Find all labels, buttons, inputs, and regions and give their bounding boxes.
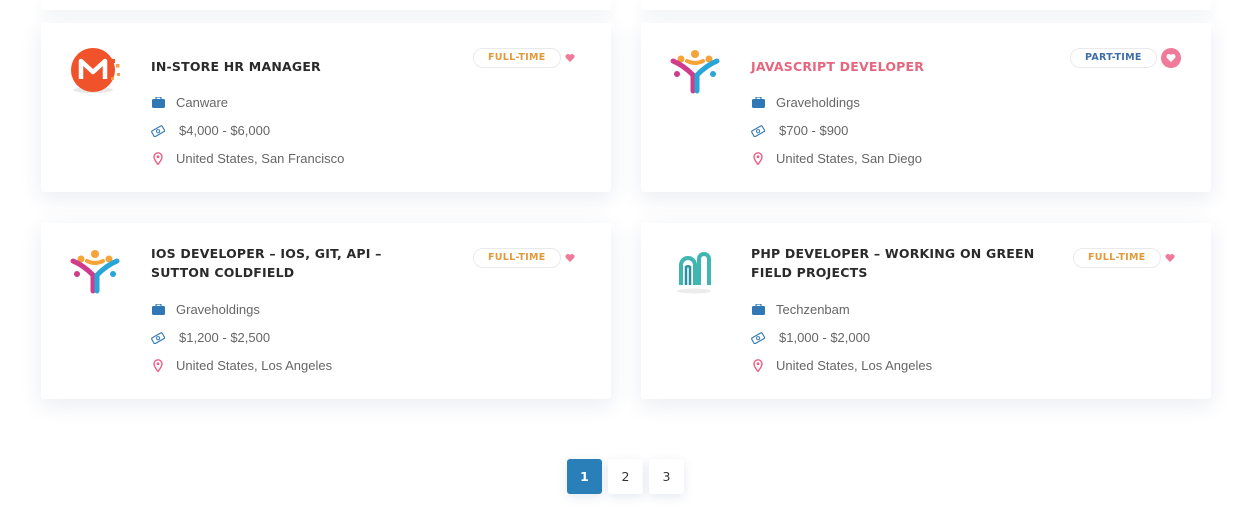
job-title[interactable]: JAVASCRIPT DEVELOPER — [751, 57, 1041, 76]
job-title[interactable]: IN-STORE HR MANAGER — [151, 57, 441, 76]
company-name: Graveholdings — [176, 302, 260, 317]
salary-row: $4,000 - $6,000 — [151, 123, 270, 138]
company-name: Techzenbam — [776, 302, 850, 317]
company-name: Canware — [176, 95, 229, 110]
map-pin-icon — [751, 359, 765, 373]
money-icon — [751, 124, 765, 138]
people-logo-icon — [67, 245, 123, 301]
salary-row: $700 - $900 — [751, 123, 848, 138]
location-row: United States, Los Angeles — [151, 358, 332, 373]
map-pin-icon — [151, 359, 165, 373]
location-text: United States, Los Angeles — [176, 358, 333, 373]
job-type-badge: FULL-TIME — [1073, 248, 1161, 268]
map-pin-icon — [151, 152, 165, 166]
favorite-button[interactable] — [560, 248, 580, 268]
page-button-1[interactable]: 1 — [567, 459, 602, 494]
briefcase-icon — [151, 96, 165, 110]
company-row: Canware — [151, 95, 228, 110]
card-stub-right — [641, 0, 1211, 10]
page-button-3[interactable]: 3 — [649, 459, 684, 494]
job-card[interactable]: IOS DEVELOPER – IOS, GIT, API – SUTTON C… — [41, 223, 611, 399]
briefcase-icon — [751, 303, 765, 317]
job-type-badge: FULL-TIME — [473, 48, 561, 68]
company-row: Graveholdings — [751, 95, 860, 110]
briefcase-icon — [151, 303, 165, 317]
location-row: United States, San Diego — [751, 151, 922, 166]
favorite-button[interactable] — [1160, 248, 1180, 268]
heart-icon — [565, 54, 575, 62]
salary-range: $1,000 - $2,000 — [779, 330, 871, 345]
job-title[interactable]: IOS DEVELOPER – IOS, GIT, API – SUTTON C… — [151, 244, 441, 282]
people-logo-icon — [667, 45, 723, 101]
salary-range: $700 - $900 — [779, 123, 849, 138]
job-title[interactable]: PHP DEVELOPER – WORKING ON GREEN FIELD P… — [751, 244, 1041, 282]
location-text: United States, San Francisco — [176, 151, 345, 166]
salary-row: $1,000 - $2,000 — [751, 330, 870, 345]
heart-icon — [1165, 254, 1175, 262]
location-text: United States, Los Angeles — [776, 358, 933, 373]
card-stub-left — [41, 0, 611, 10]
location-row: United States, San Francisco — [151, 151, 344, 166]
company-row: Graveholdings — [151, 302, 260, 317]
salary-row: $1,200 - $2,500 — [151, 330, 270, 345]
job-card[interactable]: PHP DEVELOPER – WORKING ON GREEN FIELD P… — [641, 223, 1211, 399]
favorite-button[interactable] — [560, 48, 580, 68]
salary-range: $4,000 - $6,000 — [179, 123, 271, 138]
favorite-button[interactable] — [1161, 48, 1181, 68]
page-button-2[interactable]: 2 — [608, 459, 643, 494]
job-type-badge: PART-TIME — [1070, 48, 1157, 68]
briefcase-icon — [751, 96, 765, 110]
company-row: Techzenbam — [751, 302, 850, 317]
money-icon — [151, 124, 165, 138]
location-text: United States, San Diego — [776, 151, 922, 166]
job-card[interactable]: IN-STORE HR MANAGER FULL-TIME Canware $4… — [41, 23, 611, 192]
location-row: United States, Los Angeles — [751, 358, 932, 373]
job-type-badge: FULL-TIME — [473, 248, 561, 268]
map-pin-icon — [751, 152, 765, 166]
heart-icon — [565, 254, 575, 262]
pagination: 1 2 3 — [567, 459, 684, 494]
salary-range: $1,200 - $2,500 — [179, 330, 271, 345]
job-card[interactable]: JAVASCRIPT DEVELOPER PART-TIME Gravehold… — [641, 23, 1211, 192]
company-name: Graveholdings — [776, 95, 860, 110]
arch-logo-icon — [667, 245, 723, 301]
m-logo-icon — [67, 45, 123, 101]
money-icon — [751, 331, 765, 345]
heart-icon — [1166, 54, 1176, 62]
money-icon — [151, 331, 165, 345]
